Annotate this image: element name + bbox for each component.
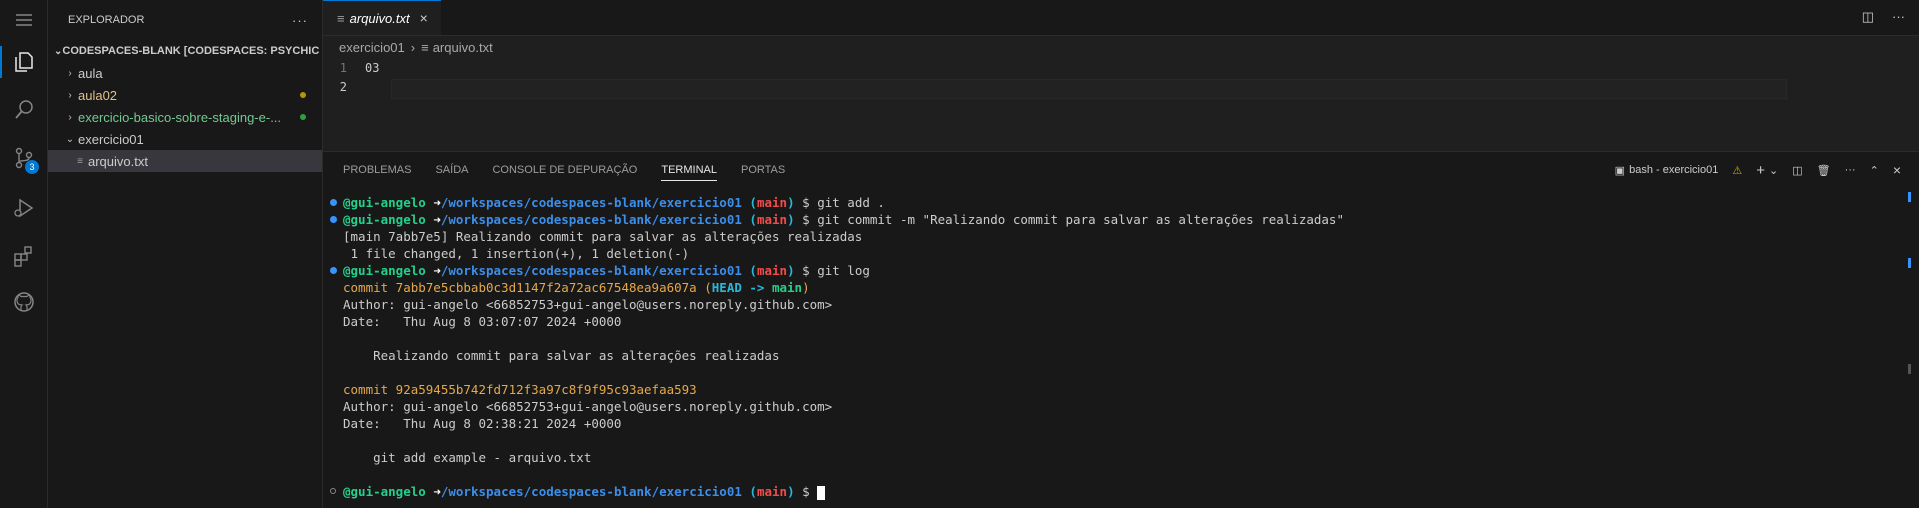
scroll-marker <box>1908 192 1911 202</box>
tree-item-label: exercicio01 <box>78 131 144 147</box>
terminal-cursor <box>817 485 826 500</box>
chevron-down-icon: ⌄ <box>54 45 63 57</box>
explorer-title: EXPLORADOR <box>68 14 145 26</box>
terminal-icon: ▣ <box>1614 164 1626 177</box>
source-control-icon[interactable]: 3 <box>0 138 47 178</box>
terminal-output[interactable]: @gui-angelo ➜/workspaces/codespaces-blan… <box>323 194 1899 500</box>
terminal-line: commit 7abb7e5cbbab0c3d1147f2a72ac67548e… <box>343 280 810 295</box>
breadcrumb-folder[interactable]: exercicio01 <box>339 40 405 55</box>
chevron-right-icon: › <box>68 89 72 101</box>
modified-dot-icon <box>300 92 306 98</box>
tree-item-label: arquivo.txt <box>88 153 148 169</box>
tree-item-label: exercicio-basico-sobre-staging-e-... <box>78 109 282 125</box>
terminal-line: Date: Thu Aug 8 02:38:21 2024 +0000 <box>343 416 622 431</box>
scroll-marker <box>1908 258 1911 268</box>
explorer-icon[interactable] <box>0 42 47 82</box>
command-success-icon <box>330 216 337 223</box>
terminal-line: Date: Thu Aug 8 03:07:07 2024 +0000 <box>343 314 622 329</box>
terminal-line: Author: gui-angelo <66852753+gui-angelo@… <box>343 297 833 312</box>
tab-debug-console[interactable]: CONSOLE DE DEPURAÇÃO <box>492 164 637 176</box>
extensions-icon[interactable] <box>0 236 47 276</box>
tree-item-exercicio-basico[interactable]: › exercicio-basico-sobre-staging-e-... <box>48 106 322 128</box>
terminal-line: [main 7abb7e5] Realizando commit para sa… <box>343 229 863 244</box>
split-terminal-icon[interactable]: ◫ <box>1792 164 1802 177</box>
menu-icon[interactable] <box>0 2 47 38</box>
close-icon[interactable]: × <box>420 10 428 26</box>
tab-arquivo-txt[interactable]: ≡ arquivo.txt × <box>323 0 441 35</box>
explorer-more-button[interactable]: ··· <box>292 13 308 28</box>
tree-item-label: aula02 <box>78 87 118 103</box>
workspace-root[interactable]: ⌄ CODESPACES-BLANK [CODESPACES: PSYCHIC … <box>48 40 322 62</box>
terminal-prompt-line: @gui-angelo ➜/workspaces/codespaces-blan… <box>323 483 1899 500</box>
terminal-line: @gui-angelo ➜/workspaces/codespaces-blan… <box>323 262 1899 279</box>
breadcrumb-file[interactable]: arquivo.txt <box>433 40 493 55</box>
new-terminal-button[interactable]: + <box>1756 162 1765 179</box>
tree-item-aula02[interactable]: › aula02 <box>48 84 322 106</box>
close-icon[interactable]: × <box>1893 162 1901 178</box>
terminal-name[interactable]: bash - exercicio01 <box>1629 164 1718 176</box>
tree-item-arquivo-txt[interactable]: ≡ arquivo.txt <box>48 150 322 172</box>
tab-ports[interactable]: PORTAS <box>741 164 785 176</box>
tab-label: arquivo.txt <box>349 10 410 26</box>
breadcrumb: exercicio01 › ≡ arquivo.txt <box>323 36 1919 58</box>
terminal-line: commit 92a59455b742fd712f3a97c8f9f95c93a… <box>343 382 697 397</box>
chevron-right-icon: › <box>68 67 72 79</box>
text-file-icon: ≡ <box>77 155 83 167</box>
more-actions-icon[interactable]: ··· <box>1892 9 1905 25</box>
terminal-line: 1 file changed, 1 insertion(+), 1 deleti… <box>343 246 690 261</box>
code-line: 2 <box>323 77 1919 96</box>
tab-problems[interactable]: PROBLEMAS <box>343 164 411 176</box>
scm-badge: 3 <box>25 160 39 174</box>
breadcrumb-separator: › <box>410 39 416 55</box>
code-line: 1 03 <box>323 58 1919 77</box>
explorer-sidebar: EXPLORADOR ··· ⌄ CODESPACES-BLANK [CODES… <box>48 0 323 508</box>
command-pending-icon <box>330 488 336 494</box>
command-success-icon <box>330 267 337 274</box>
untracked-dot-icon <box>300 114 306 120</box>
chevron-up-icon[interactable]: ⌃ <box>1870 164 1879 177</box>
warning-icon: ⚠ <box>1732 164 1743 177</box>
terminal-line: Author: gui-angelo <66852753+gui-angelo@… <box>343 399 833 414</box>
code-editor[interactable]: 1 03 2 <box>323 58 1919 138</box>
split-editor-icon[interactable]: ◫ <box>1862 9 1874 25</box>
tree-item-aula[interactable]: › aula <box>48 62 322 84</box>
line-number: 2 <box>339 79 347 94</box>
chevron-down-icon[interactable]: ⌄ <box>1769 164 1778 177</box>
github-icon[interactable] <box>0 282 47 322</box>
terminal-line: git add example - arquivo.txt <box>343 450 592 465</box>
chevron-down-icon: ⌄ <box>65 133 75 145</box>
tree-item-exercicio01[interactable]: ⌄ exercicio01 <box>48 128 322 150</box>
tab-bar: ≡ arquivo.txt × ◫ ··· <box>323 0 1919 36</box>
trash-icon[interactable]: 🗑 <box>1817 164 1831 177</box>
terminal-line: @gui-angelo ➜/workspaces/codespaces-blan… <box>323 211 1899 228</box>
text-file-icon: ≡ <box>337 10 345 26</box>
chevron-right-icon: › <box>68 111 72 123</box>
activity-bar: 3 <box>0 0 48 508</box>
text-file-icon: ≡ <box>421 39 429 55</box>
run-debug-icon[interactable] <box>0 188 47 228</box>
tab-output[interactable]: SAÍDA <box>435 164 468 176</box>
command-success-icon <box>330 199 337 206</box>
terminal-line: Realizando commit para salvar as alteraç… <box>343 348 780 363</box>
more-actions-button[interactable]: ··· <box>1845 164 1856 176</box>
scroll-marker <box>1908 364 1911 374</box>
tab-terminal[interactable]: TERMINAL <box>661 164 717 181</box>
line-text: 03 <box>365 60 380 75</box>
line-number: 1 <box>339 60 347 75</box>
tree-item-label: aula <box>78 65 103 81</box>
workspace-root-label: CODESPACES-BLANK [CODESPACES: PSYCHIC S.… <box>62 45 322 57</box>
terminal-line: @gui-angelo ➜/workspaces/codespaces-blan… <box>323 194 1899 211</box>
search-icon[interactable] <box>0 90 47 130</box>
editor-area: ≡ arquivo.txt × ◫ ··· exercicio01 › ≡ ar… <box>323 0 1919 150</box>
bottom-panel: PROBLEMAS SAÍDA CONSOLE DE DEPURAÇÃO TER… <box>323 151 1919 508</box>
